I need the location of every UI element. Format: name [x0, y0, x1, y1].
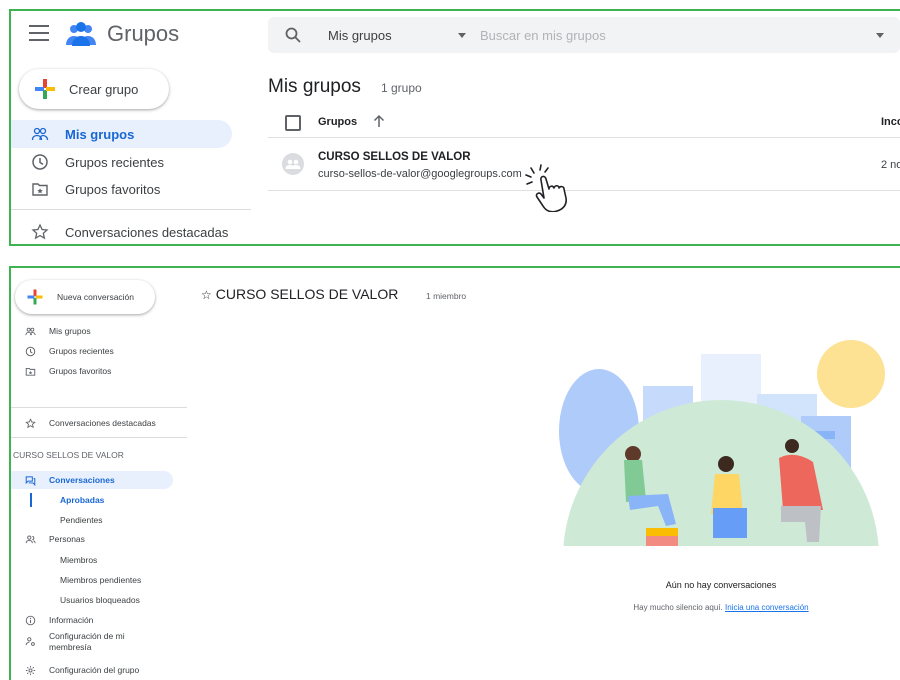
- sidebar-item-label: Personas: [49, 534, 85, 544]
- sidebar-item-information[interactable]: Información: [11, 611, 93, 629]
- sidebar-subitem-pending-members[interactable]: Miembros pendientes: [60, 575, 141, 585]
- group-name[interactable]: CURSO SELLOS DE VALOR: [318, 151, 471, 163]
- search-icon[interactable]: [284, 26, 302, 44]
- sidebar-item-label: Conversaciones: [49, 475, 115, 485]
- sidebar-subitem-pending[interactable]: Pendientes: [60, 515, 103, 525]
- folder-star-icon: [32, 183, 48, 196]
- column-header-groups[interactable]: Grupos: [318, 116, 357, 128]
- people-icon: [31, 127, 49, 141]
- sidebar-item-people[interactable]: Personas: [11, 530, 85, 548]
- sidebar-subitem-approved[interactable]: Aprobadas: [60, 495, 104, 505]
- group-avatar: [282, 153, 304, 175]
- member-count: 1 miembro: [426, 291, 467, 301]
- sidebar-subitem-members[interactable]: Miembros: [60, 555, 97, 565]
- people-icon: [25, 327, 36, 335]
- start-conversation-link[interactable]: Inicia una conversación: [725, 603, 809, 612]
- search-options-chevron-icon[interactable]: [876, 32, 884, 38]
- plus-icon: [27, 289, 43, 305]
- sort-arrow-up-icon[interactable]: [372, 113, 386, 129]
- group-title-text: CURSO SELLOS DE VALOR: [215, 286, 399, 302]
- plus-icon: [35, 79, 55, 99]
- sidebar-item-label: Configuración de mi membresía: [49, 631, 125, 652]
- empty-state-illustration: [559, 340, 885, 562]
- sidebar-item-label: Conversaciones destacadas: [49, 418, 156, 428]
- sidebar-item-label: Mis grupos: [49, 326, 91, 336]
- sidebar-divider: [11, 407, 187, 408]
- new-conversation-label: Nueva conversación: [57, 292, 135, 302]
- search-bar: Mis grupos: [268, 17, 900, 53]
- selected-indicator: [30, 493, 32, 507]
- sidebar-item-starred-conversations[interactable]: Conversaciones destacadas: [11, 218, 229, 244]
- sidebar-item-label: Configuración del grupo: [49, 665, 140, 675]
- sidebar: Grupos Crear grupo Mis grupos Grupos rec…: [11, 11, 261, 244]
- info-icon: [25, 615, 36, 625]
- group-detail-panel: Nueva conversación Mis grupos Grupos rec…: [9, 266, 900, 680]
- sidebar-item-starred-conversations[interactable]: Conversaciones destacadas: [11, 414, 156, 432]
- sidebar-item-label: Conversaciones destacadas: [65, 224, 229, 240]
- clock-icon: [32, 154, 48, 170]
- conversations-icon: [25, 475, 36, 486]
- group-title: ☆ CURSO SELLOS DE VALOR: [201, 286, 398, 302]
- group-email: curso-sellos-de-valor@googlegroups.com: [318, 168, 522, 180]
- clock-icon: [25, 346, 36, 356]
- group-count: 1 grupo: [381, 81, 422, 95]
- menu-icon[interactable]: [29, 25, 49, 41]
- sidebar-item-label: Grupos favoritos: [65, 181, 161, 197]
- select-all-checkbox[interactable]: [285, 115, 301, 131]
- people-icon: [25, 535, 36, 543]
- search-scope-select[interactable]: Mis grupos: [328, 28, 458, 43]
- sidebar-item-recent-groups[interactable]: Grupos recientes: [11, 342, 114, 360]
- group-incoming-value: 2 no: [881, 159, 900, 171]
- empty-state-text: Hay mucho silencio aquí. Inicia una conv…: [621, 603, 821, 613]
- sidebar-item-label: Grupos favoritos: [49, 366, 112, 376]
- sidebar-divider: [11, 437, 187, 438]
- empty-state-title: Aún no hay conversaciones: [665, 580, 777, 590]
- sidebar-item-my-groups[interactable]: Mis grupos: [11, 322, 91, 340]
- search-input[interactable]: [480, 27, 810, 43]
- sidebar-item-label: Grupos recientes: [49, 346, 114, 356]
- table-header: Grupos Inco: [268, 110, 900, 138]
- group-section-title: CURSO SELLOS DE VALOR: [13, 450, 124, 460]
- person-settings-icon: [25, 637, 35, 646]
- sidebar-divider: [11, 209, 251, 210]
- new-conversation-button[interactable]: Nueva conversación: [15, 280, 155, 314]
- star-icon: [31, 223, 49, 240]
- groups-list-panel: Grupos Crear grupo Mis grupos Grupos rec…: [9, 9, 900, 246]
- sidebar-item-favorite-groups[interactable]: Grupos favoritos: [11, 362, 111, 380]
- group-avatar-icon: [285, 159, 301, 169]
- sidebar-item-label: Mis grupos: [65, 126, 135, 142]
- chevron-down-icon[interactable]: [458, 32, 466, 38]
- sidebar-subitem-blocked-users[interactable]: Usuarios bloqueados: [60, 595, 140, 605]
- sidebar-item-membership-settings[interactable]: Configuración de mi membresía: [11, 631, 149, 653]
- sidebar-item-recent-groups[interactable]: Grupos recientes: [11, 148, 164, 176]
- sidebar-item-my-groups[interactable]: Mis grupos: [11, 120, 232, 148]
- star-icon[interactable]: ☆: [201, 288, 212, 302]
- sidebar-item-favorite-groups[interactable]: Grupos favoritos: [11, 175, 160, 203]
- sidebar-item-group-settings[interactable]: Configuración del grupo: [11, 661, 139, 679]
- pointing-hand-cursor-icon: [525, 164, 567, 212]
- table-row[interactable]: CURSO SELLOS DE VALOR curso-sellos-de-va…: [268, 143, 900, 191]
- folder-star-icon: [25, 367, 36, 376]
- sidebar-item-label: Grupos recientes: [65, 154, 164, 170]
- create-group-label: Crear grupo: [69, 81, 139, 97]
- create-group-button[interactable]: Crear grupo: [19, 69, 169, 109]
- app-title: Grupos: [107, 21, 180, 46]
- column-header-incoming[interactable]: Inco: [881, 116, 900, 128]
- star-icon: [25, 417, 36, 428]
- sidebar-item-conversations[interactable]: Conversaciones: [11, 471, 173, 489]
- groups-logo-icon: [66, 22, 96, 46]
- empty-state-message: Hay mucho silencio aquí.: [633, 603, 723, 612]
- page-title: Mis grupos: [268, 76, 361, 97]
- gear-icon: [25, 665, 36, 675]
- sidebar-item-label: Información: [49, 615, 94, 625]
